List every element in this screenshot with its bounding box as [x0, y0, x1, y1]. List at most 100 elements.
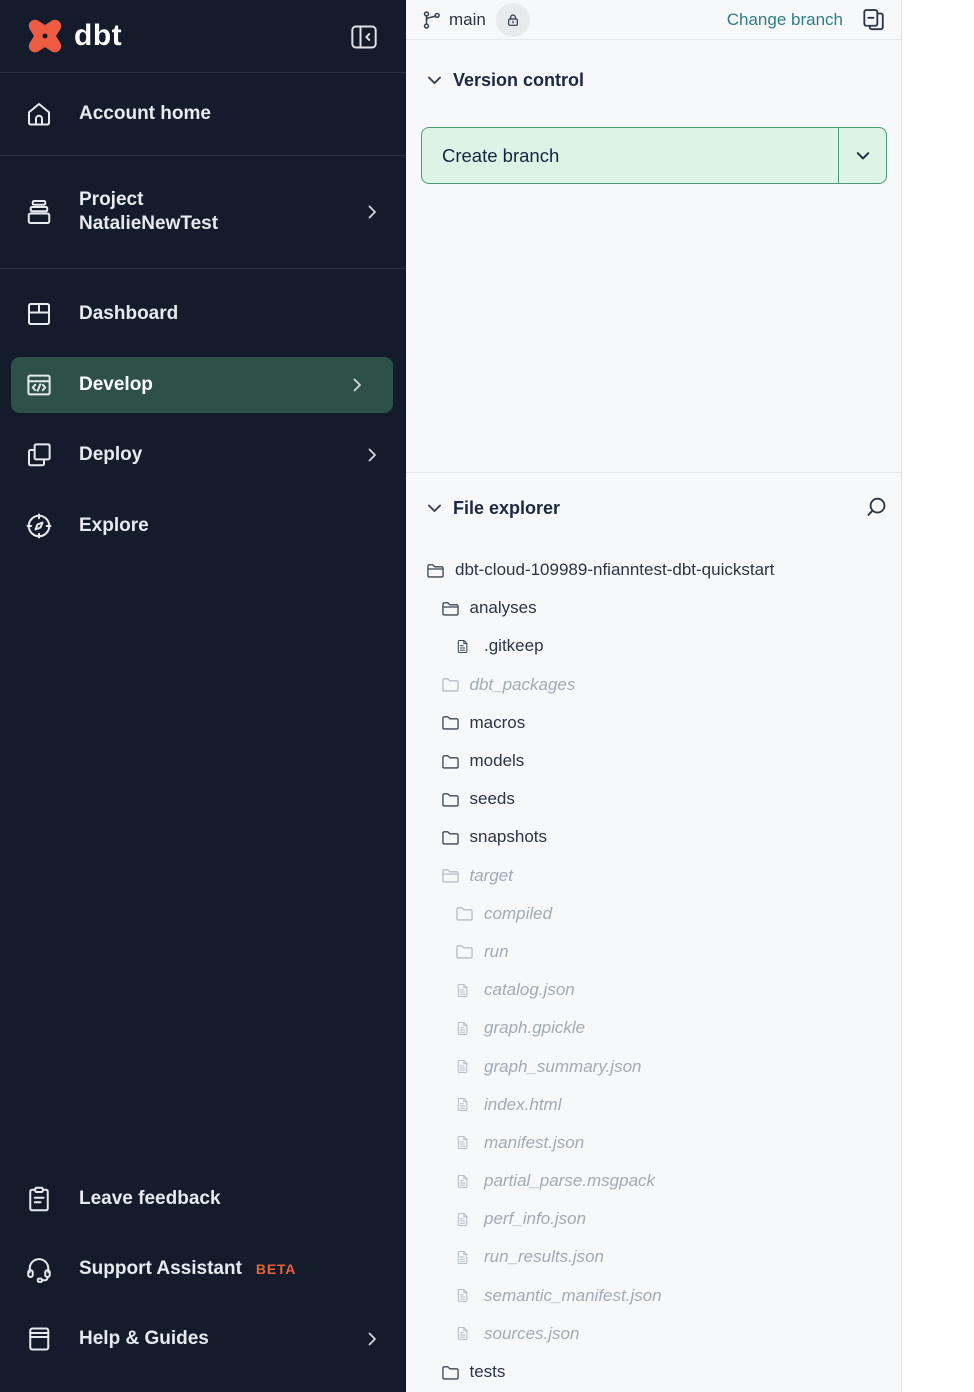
branch-bar: main Change branch [406, 0, 901, 40]
tree-item-run[interactable]: run [406, 933, 901, 971]
tree-item-target[interactable]: target [406, 857, 901, 895]
tree-item-partial-parse-msgpack[interactable]: partial_parse.msgpack [406, 1162, 901, 1200]
folder-icon [441, 1362, 461, 1382]
copy-icon[interactable] [860, 7, 886, 33]
tree-item-label: target [470, 866, 513, 886]
tree-item-graph-summary-json[interactable]: graph_summary.json [406, 1047, 901, 1085]
tree-item-label: manifest.json [484, 1133, 584, 1153]
tree-item--gitkeep[interactable]: .gitkeep [406, 627, 901, 665]
section-title: Version control [453, 70, 584, 91]
sidebar-item-explore[interactable]: Explore [0, 498, 406, 554]
file-icon [455, 1057, 475, 1077]
tree-item-label: run_results.json [484, 1247, 604, 1267]
tree-item-dbt-packages[interactable]: dbt_packages [406, 666, 901, 704]
folder-icon [455, 904, 475, 924]
file-icon [455, 1171, 475, 1191]
sidebar-logo-row: dbt [0, 0, 406, 72]
beta-badge: BETA [256, 1261, 296, 1277]
tree-item-catalog-json[interactable]: catalog.json [406, 971, 901, 1009]
collapse-sidebar-icon[interactable] [350, 23, 378, 49]
sidebar-item-deploy[interactable]: Deploy [0, 427, 406, 483]
tree-item-label: models [470, 751, 525, 771]
tree-item-label: partial_parse.msgpack [484, 1171, 655, 1191]
sidebar-item-label: Dashboard [79, 302, 178, 326]
folder-icon [441, 675, 461, 695]
tree-item-label: dbt_packages [470, 675, 576, 695]
project-stack-icon [24, 197, 54, 227]
tree-item-dbt-cloud-109989-nfianntest-dbt-quickstart[interactable]: dbt-cloud-109989-nfianntest-dbt-quicksta… [406, 551, 901, 589]
sidebar-item-help-guides[interactable]: Help & Guides [0, 1311, 406, 1367]
tree-item-compiled[interactable]: compiled [406, 895, 901, 933]
file-explorer-header[interactable]: File explorer [406, 488, 901, 528]
folder-icon [441, 827, 461, 847]
create-branch-dropdown[interactable] [838, 128, 886, 183]
tree-item-perf-info-json[interactable]: perf_info.json [406, 1200, 901, 1238]
tree-item-sources-json[interactable]: sources.json [406, 1315, 901, 1353]
tree-item-graph-gpickle[interactable]: graph.gpickle [406, 1009, 901, 1047]
sidebar-item-project[interactable]: ProjectNatalieNewTest [0, 155, 406, 268]
file-icon [455, 1133, 475, 1153]
file-icon [455, 1095, 475, 1115]
chevron-down-icon [426, 500, 443, 517]
sidebar-item-dashboard[interactable]: Dashboard [0, 280, 406, 348]
file-icon [455, 1209, 475, 1229]
sidebar-item-account-home[interactable]: Account home [0, 72, 406, 155]
change-branch-link[interactable]: Change branch [727, 10, 843, 30]
sidebar-item-label: Explore [79, 514, 149, 538]
sidebar-item-label: Develop [79, 373, 153, 397]
tree-item-seeds[interactable]: seeds [406, 780, 901, 818]
home-icon [24, 99, 54, 129]
file-icon [455, 1324, 475, 1344]
tree-item-manifest-json[interactable]: manifest.json [406, 1124, 901, 1162]
search-icon[interactable] [863, 495, 889, 521]
deploy-squares-icon [24, 440, 54, 470]
file-tree: dbt-cloud-109989-nfianntest-dbt-quicksta… [406, 551, 901, 1392]
tree-item-index-html[interactable]: index.html [406, 1086, 901, 1124]
folder-icon [441, 789, 461, 809]
file-icon [455, 1247, 475, 1267]
chevron-right-icon [364, 1331, 380, 1347]
dbt-logo-icon [25, 16, 65, 56]
sidebar-item-leave-feedback[interactable]: Leave feedback [0, 1171, 406, 1227]
create-branch-button[interactable]: Create branch [421, 127, 887, 184]
tree-item-tests[interactable]: tests [406, 1353, 901, 1391]
git-branch-icon [421, 9, 443, 31]
tree-item-label: seeds [470, 789, 515, 809]
tree-item-label: sources.json [484, 1324, 579, 1344]
sidebar-item-label: ProjectNatalieNewTest [79, 188, 218, 236]
tree-item-snapshots[interactable]: snapshots [406, 818, 901, 856]
tree-item-run-results-json[interactable]: run_results.json [406, 1238, 901, 1276]
tree-item-semantic-manifest-json[interactable]: semantic_manifest.json [406, 1277, 901, 1315]
version-control-panel: main Change branch Version control Creat… [406, 0, 902, 1392]
sidebar-item-support-assistant[interactable]: Support Assistant BETA [0, 1241, 406, 1297]
lock-icon [505, 12, 521, 28]
brand-name: dbt [74, 19, 122, 53]
tree-item-label: graph.gpickle [484, 1018, 585, 1038]
tree-item-label: graph_summary.json [484, 1057, 641, 1077]
tree-item-label: snapshots [470, 827, 548, 847]
develop-code-window-icon [24, 370, 54, 400]
tree-item-label: analyses [470, 598, 537, 618]
tree-item-models[interactable]: models [406, 742, 901, 780]
explore-compass-icon [24, 511, 54, 541]
tree-item-label: index.html [484, 1095, 561, 1115]
tree-item-label: macros [470, 713, 526, 733]
version-control-header[interactable]: Version control [406, 60, 901, 100]
tree-item-macros[interactable]: macros [406, 704, 901, 742]
tree-item-label: semantic_manifest.json [484, 1286, 662, 1306]
sidebar-item-develop[interactable]: Develop [11, 357, 393, 413]
tree-item-label: tests [470, 1362, 506, 1382]
divider [406, 472, 901, 473]
sidebar-item-label: Help & Guides [79, 1327, 209, 1351]
dashboard-icon [24, 299, 54, 329]
chevron-right-icon [349, 377, 365, 393]
branch-locked-badge [496, 3, 530, 37]
tree-item-label: perf_info.json [484, 1209, 586, 1229]
file-icon [455, 636, 475, 656]
book-icon [24, 1324, 54, 1354]
folder-open-icon [426, 560, 446, 580]
create-branch-label[interactable]: Create branch [422, 128, 838, 183]
sidebar: dbt Account home ProjectNatalieNewTest D… [0, 0, 406, 1392]
tree-item-label: .gitkeep [484, 636, 544, 656]
tree-item-analyses[interactable]: analyses [406, 589, 901, 627]
